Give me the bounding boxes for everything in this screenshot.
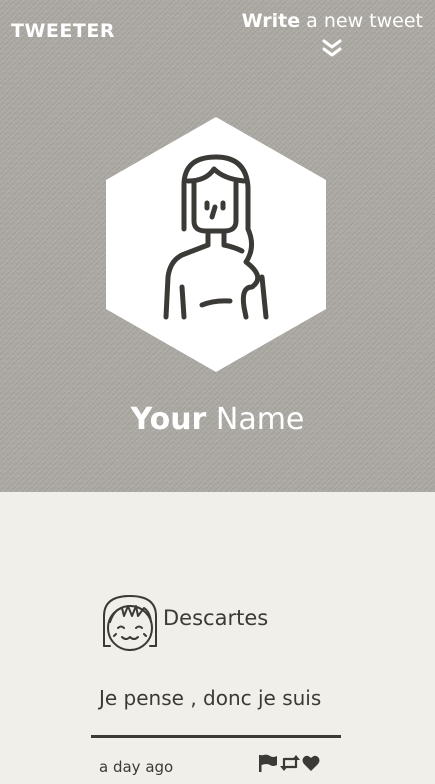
profile-name: Your Name (0, 402, 435, 437)
app-logo[interactable]: TWEETER (11, 20, 115, 42)
double-chevron-down-icon[interactable] (320, 38, 344, 58)
tweet-timestamp: a day ago (99, 758, 174, 776)
girl-bangs-avatar-icon[interactable] (100, 592, 160, 656)
woman-avatar-icon (106, 117, 326, 372)
flag-icon[interactable] (258, 754, 278, 772)
tweet-actions (258, 754, 320, 772)
tweet-divider (91, 735, 341, 738)
write-new-tweet-link[interactable]: Write a new tweet (223, 10, 423, 32)
heart-icon[interactable] (302, 755, 320, 772)
profile-header: TWEETER Write a new tweet Your Name (0, 0, 435, 492)
profile-name-rest: Name (206, 402, 305, 437)
retweet-icon[interactable] (279, 754, 301, 772)
tweet-author[interactable]: Descartes (163, 606, 268, 630)
write-link-rest: a new tweet (300, 10, 423, 32)
write-link-strong: Write (241, 10, 301, 32)
tweet-text: Je pense , donc je suis (99, 686, 322, 710)
profile-name-strong: Your (130, 402, 207, 437)
